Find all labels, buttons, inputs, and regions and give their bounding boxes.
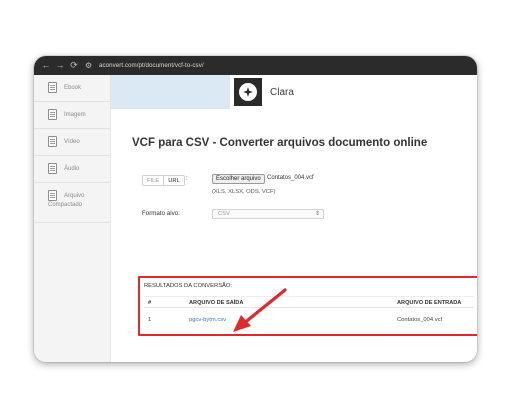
address-bar[interactable]: ⚙ aconvert.com/pt/document/vcf-to-csv/: [85, 59, 204, 72]
target-format-value: CSV: [218, 211, 230, 217]
ad-logo[interactable]: [234, 78, 262, 106]
ad-brand-name[interactable]: Clara: [270, 87, 294, 98]
arrow-left-icon[interactable]: ←: [39, 56, 53, 75]
sidebar-item-video[interactable]: Vídeo: [34, 129, 111, 156]
site-info-icon[interactable]: ⚙: [85, 61, 95, 70]
results-table-header: # ARQUIVO DE SAÍDA ARQUIVO DE ENTRADA: [144, 296, 474, 308]
sidebar-item-ebook[interactable]: Ebook: [34, 75, 111, 102]
input-file-name: Contatos_004.vcf: [397, 317, 443, 323]
arrow-right-icon[interactable]: →: [53, 56, 67, 75]
screenshot-stage: ← → ⟳ ⚙ aconvert.com/pt/document/vcf-to-…: [0, 0, 513, 416]
source-toggle: FILE URL: [142, 175, 185, 186]
row-index: 1: [148, 317, 152, 323]
toggle-url[interactable]: URL: [163, 176, 184, 185]
image-icon: [48, 109, 57, 120]
sidebar-item-label-line1: Arquivo: [64, 193, 85, 199]
target-format-select[interactable]: CSV ⇕: [212, 209, 324, 219]
sidebar-item-label: Áudio: [64, 166, 80, 172]
supported-formats-hint: (XLS, XLSX, ODS, VCF): [212, 189, 276, 195]
category-sidebar: Ebook Imagem Vídeo Áudio Arquivo Compact…: [34, 75, 111, 362]
sidebar-item-label: Vídeo: [64, 139, 80, 145]
url-text[interactable]: aconvert.com/pt/document/vcf-to-csv/: [99, 62, 204, 69]
annotation-arrow-icon: [233, 288, 287, 332]
reload-icon[interactable]: ⟳: [67, 56, 81, 75]
sidebar-item-label: Ebook: [64, 85, 82, 91]
choose-file-button[interactable]: Escolher arquivo: [212, 174, 265, 184]
browser-toolbar: ← → ⟳ ⚙ aconvert.com/pt/document/vcf-to-…: [34, 56, 477, 75]
page-title: VCF para CSV - Converter arquivos docume…: [132, 137, 428, 149]
output-file-link[interactable]: pgcv-bytm.csv: [189, 317, 226, 323]
browser-window: ← → ⟳ ⚙ aconvert.com/pt/document/vcf-to-…: [34, 56, 477, 362]
star-icon: [239, 83, 257, 101]
sidebar-item-archive[interactable]: Arquivo Compactado: [34, 183, 111, 223]
audio-icon: [48, 163, 57, 174]
toggle-file[interactable]: FILE: [143, 176, 163, 185]
sidebar-item-label: Imagem: [64, 112, 86, 118]
ebook-icon: [48, 82, 57, 93]
conversion-results-box: RESULTADOS DA CONVERSÃO: # ARQUIVO DE SA…: [138, 276, 477, 336]
selected-file-name: Contatos_004.vcf: [267, 175, 314, 181]
archive-icon: [48, 190, 57, 201]
target-format-label: Formato alvo:: [142, 210, 180, 217]
ad-banner-left[interactable]: [111, 75, 230, 109]
table-row: 1 pgcv-bytm.csv Contatos_004.vcf: [144, 314, 474, 326]
column-header-index: #: [148, 300, 152, 306]
toggle-colon: :: [186, 176, 188, 182]
sidebar-item-image[interactable]: Imagem: [34, 102, 111, 129]
select-arrows-icon: ⇕: [314, 211, 320, 217]
sidebar-item-label-line2: Compactado: [48, 202, 83, 208]
video-icon: [48, 136, 57, 147]
results-title: RESULTADOS DA CONVERSÃO:: [144, 283, 233, 289]
sidebar-item-audio[interactable]: Áudio: [34, 156, 111, 183]
column-header-input: ARQUIVO DE ENTRADA: [397, 300, 462, 306]
